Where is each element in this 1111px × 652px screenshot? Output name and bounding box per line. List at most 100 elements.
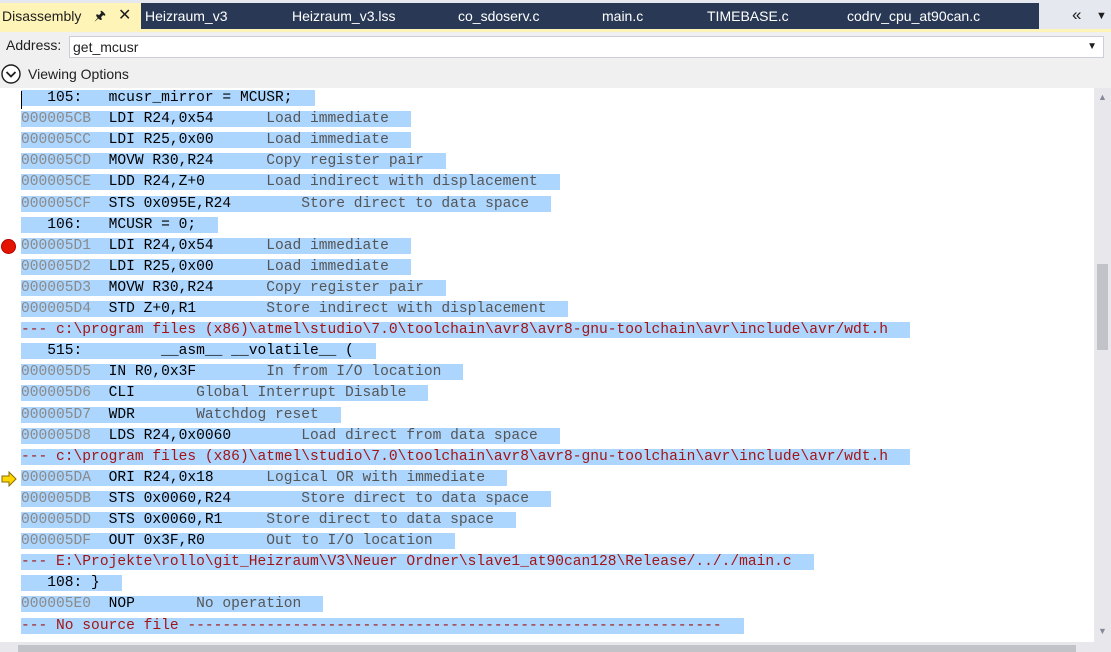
selected-text: 000005D4 STD Z+0,R1 Store indirect with … [21, 301, 569, 317]
instruction-mnemonic: STD Z+0,R1 [91, 301, 267, 317]
instruction-address: 000005CF [21, 195, 92, 212]
instruction-address: 000005DF [21, 533, 92, 550]
selected-text: 000005CB LDI R24,0x54 Load immediate [21, 111, 411, 128]
instruction-line[interactable]: 000005CF STS 0x095E,R24 Store direct to … [21, 194, 551, 215]
instruction-line[interactable]: 000005D6 CLI Global Interrupt Disable [21, 383, 429, 404]
horizontal-scrollbar[interactable] [0, 642, 1111, 652]
selected-text: --- c:\program files (x86)\atmel\studio\… [21, 448, 911, 465]
scroll-up-arrow-icon[interactable]: ▲ [1098, 92, 1107, 102]
instruction-mnemonic: LDI R25,0x00 [91, 258, 267, 275]
instruction-line[interactable]: 000005CE LDD R24,Z+0 Load indirect with … [21, 172, 560, 193]
chevron-down-circle-icon[interactable] [1, 64, 21, 84]
viewing-options-bar[interactable]: Viewing Options [0, 61, 1111, 88]
source-line[interactable]: 108: } [21, 573, 122, 594]
file-header-line[interactable]: --- c:\program files (x86)\atmel\studio\… [21, 320, 911, 341]
source-line[interactable]: 515: __asm__ __volatile__ ( [21, 341, 376, 362]
instruction-address: 000005CC [21, 132, 92, 149]
instruction-line[interactable]: 000005CC LDI R25,0x00 Load immediate [21, 130, 411, 151]
tab-label: main.c [602, 8, 644, 24]
instruction-description: Logical OR with immediate [266, 469, 486, 486]
address-combobox[interactable]: ▼ [69, 36, 1104, 58]
close-icon[interactable]: ✕ [118, 3, 131, 29]
instruction-mnemonic: OUT 0x3F,R0 [91, 533, 267, 550]
instruction-mnemonic: NOP [91, 596, 197, 613]
horizontal-scrollbar-thumb[interactable] [18, 645, 1076, 652]
tab-heizraum-v3-lss[interactable]: Heizraum_v3.lss [292, 3, 396, 29]
tab-main-c[interactable]: main.c [602, 3, 644, 29]
selected-text: 000005DA ORI R24,0x18 Logical OR with im… [21, 469, 508, 486]
dropdown-arrow-icon[interactable]: ▼ [1087, 38, 1097, 56]
selected-text: 108: } [21, 575, 122, 592]
file-header-text: --- No source file ---------------------… [21, 617, 722, 634]
double-chevron-left-icon[interactable]: « [1072, 3, 1081, 29]
instruction-description: No operation [196, 596, 302, 613]
instruction-line[interactable]: 000005DF OUT 0x3F,R0 Out to I/O location [21, 531, 455, 552]
tab-label: Heizraum_v3 [145, 8, 228, 24]
selected-text: 000005DB STS 0x0060,R24 Store direct to … [21, 490, 551, 507]
chevron-down-icon[interactable]: ▼ [1096, 3, 1107, 29]
instruction-mnemonic: LDS R24,0x0060 [91, 427, 302, 444]
instruction-line[interactable]: 000005D1 LDI R24,0x54 Load immediate [21, 236, 411, 257]
file-header-text: --- c:\program files (x86)\atmel\studio\… [21, 448, 889, 465]
instruction-description: Store direct to data space [301, 490, 529, 507]
instruction-mnemonic: CLI [91, 385, 197, 402]
instruction-mnemonic: LDI R25,0x00 [91, 132, 267, 149]
file-header-line[interactable]: --- c:\program files (x86)\atmel\studio\… [21, 447, 911, 468]
breakpoint-gutter[interactable] [0, 88, 19, 642]
tab-disassembly[interactable]: Disassembly 🖈︎ ✕ [0, 3, 141, 29]
document-tab-bar: Disassembly 🖈︎ ✕ Heizraum_v3 Heizraum_v3… [0, 0, 1111, 32]
tab-label: co_sdoserv.c [458, 8, 540, 24]
instruction-line[interactable]: 000005D3 MOVW R30,R24 Copy register pair [21, 278, 446, 299]
tab-codrv-cpu-at90can-c[interactable]: codrv_cpu_at90can.c [847, 3, 981, 29]
pin-icon[interactable]: 🖈︎ [94, 3, 106, 29]
file-header-line[interactable]: --- E:\Projekte\rollo\git_Heizraum\V3\Ne… [21, 552, 814, 573]
instruction-address: 000005D7 [21, 406, 92, 423]
tab-label: TIMEBASE.c [707, 8, 789, 24]
disassembly-view[interactable]: 105: mcusr_mirror = MCUSR; 000005CB LDI R… [0, 88, 1094, 642]
instruction-line[interactable]: 000005D2 LDI R25,0x00 Load immediate [21, 257, 411, 278]
source-code-text: 106: MCUSR = 0; [21, 216, 197, 233]
source-line[interactable]: 105: mcusr_mirror = MCUSR; [21, 88, 315, 109]
scroll-down-arrow-icon[interactable]: ▼ [1098, 626, 1107, 636]
instruction-line[interactable]: 000005CD MOVW R30,R24 Copy register pair [21, 151, 446, 172]
instruction-line[interactable]: 000005DB STS 0x0060,R24 Store direct to … [21, 489, 551, 510]
vertical-scrollbar[interactable]: ▲ ▼ [1094, 88, 1111, 642]
selected-text: 000005DD STS 0x0060,R1 Store direct to d… [21, 512, 516, 528]
tab-label: Heizraum_v3.lss [292, 8, 396, 24]
file-header-line[interactable]: --- No source file ---------------------… [21, 616, 744, 637]
tab-heizraum-v3[interactable]: Heizraum_v3 [145, 3, 228, 29]
file-header-text: --- E:\Projekte\rollo\git_Heizraum\V3\Ne… [21, 554, 792, 571]
address-input[interactable] [73, 38, 1073, 56]
instruction-line[interactable]: 000005D4 STD Z+0,R1 Store indirect with … [21, 299, 569, 320]
source-line[interactable]: 106: MCUSR = 0; [21, 215, 219, 236]
vertical-scrollbar-thumb[interactable] [1097, 264, 1108, 350]
selected-text: 515: __asm__ __volatile__ ( [21, 343, 376, 360]
instruction-description: Store direct to data space [266, 512, 494, 528]
selected-text: 000005D2 LDI R25,0x00 Load immediate [21, 258, 411, 275]
address-label: Address: [6, 37, 62, 53]
instruction-line[interactable]: 000005E0 NOP No operation [21, 594, 324, 615]
instruction-line[interactable]: 000005D5 IN R0,0x3F In from I/O location [21, 362, 464, 383]
tab-co-sdoserv-c[interactable]: co_sdoserv.c [458, 3, 540, 29]
instruction-description: Load immediate [266, 237, 389, 254]
instruction-description: Copy register pair [266, 153, 424, 170]
instruction-address: 000005D2 [21, 258, 92, 275]
instruction-line[interactable]: 000005DA ORI R24,0x18 Logical OR with im… [21, 468, 508, 489]
instruction-description: Watchdog reset [196, 406, 319, 423]
tab-label: codrv_cpu_at90can.c [847, 8, 981, 24]
selected-text: 000005CD MOVW R30,R24 Copy register pair [21, 153, 446, 170]
instruction-line[interactable]: 000005D7 WDR Watchdog reset [21, 405, 341, 426]
instruction-line[interactable]: 000005CB LDI R24,0x54 Load immediate [21, 109, 411, 130]
instruction-line[interactable]: 000005DD STS 0x0060,R1 Store direct to d… [21, 510, 516, 531]
instruction-description: Load immediate [266, 258, 389, 275]
tab-timebase-c[interactable]: TIMEBASE.c [707, 3, 789, 29]
selected-text: 106: MCUSR = 0; [21, 216, 219, 233]
tab-label: Disassembly [2, 8, 82, 24]
instruction-address: 000005D3 [21, 279, 92, 296]
selected-text: --- E:\Projekte\rollo\git_Heizraum\V3\Ne… [21, 554, 814, 571]
instruction-address: 000005DD [21, 512, 92, 528]
instruction-address: 000005D4 [21, 301, 92, 317]
breakpoint-icon[interactable] [1, 238, 16, 254]
instruction-line[interactable]: 000005D8 LDS R24,0x0060 Load direct from… [21, 426, 560, 447]
selected-text: 000005E0 NOP No operation [21, 596, 324, 613]
